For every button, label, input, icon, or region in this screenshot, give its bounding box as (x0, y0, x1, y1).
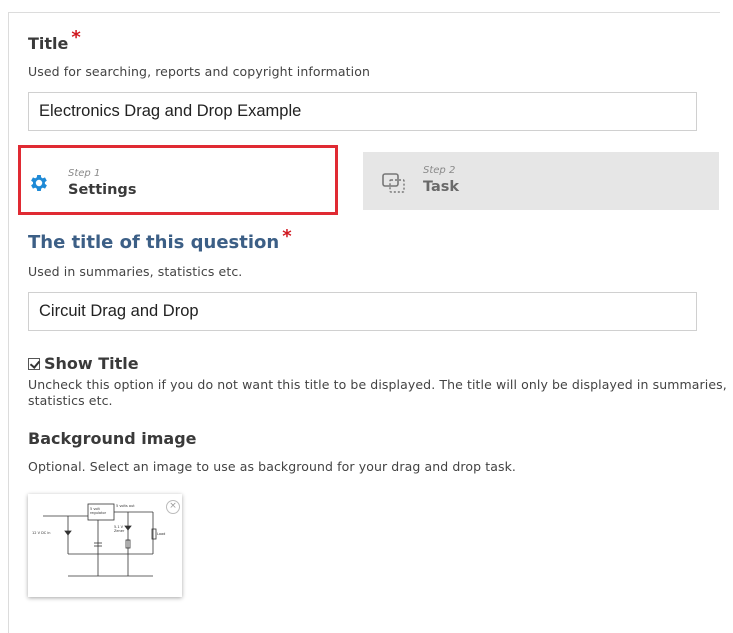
background-image-description: Optional. Select an image to use as back… (28, 459, 516, 474)
tab-step-task[interactable]: Step 2 Task (363, 152, 719, 210)
background-image-thumbnail[interactable]: 5 volt regulator 5 volts out 12 V DC in … (28, 494, 182, 597)
question-title-input-box[interactable] (28, 292, 697, 331)
required-mark: * (71, 27, 81, 48)
show-title-description-line2: statistics etc. (28, 393, 113, 408)
step1-number: Step 1 (68, 168, 101, 179)
show-title-description-line1: Uncheck this option if you do not want t… (28, 377, 727, 392)
step2-number: Step 2 (423, 165, 456, 176)
title-input[interactable] (29, 93, 696, 130)
gear-icon (28, 172, 50, 198)
show-title-label[interactable]: Show Title (44, 354, 139, 373)
show-title-description: Uncheck this option if you do not want t… (28, 377, 727, 409)
title-label: Title * (28, 27, 81, 53)
step2-name: Task (423, 179, 460, 195)
circuit-diagram-image: 5 volt regulator 5 volts out 12 V DC in … (32, 503, 165, 577)
background-image-label: Background image (28, 429, 197, 448)
question-title-input[interactable] (29, 293, 696, 330)
svg-text:5 volts out: 5 volts out (116, 504, 135, 508)
question-title-description: Used in summaries, statistics etc. (28, 264, 243, 279)
step1-name: Settings (68, 182, 137, 198)
svg-text:Zener: Zener (114, 529, 125, 533)
svg-text:Load: Load (157, 532, 165, 536)
tab-step-settings[interactable]: Step 1 Settings (18, 145, 338, 215)
show-title-row: Show Title (28, 354, 139, 373)
drag-drop-icon (382, 172, 406, 198)
svg-text:12 V DC in: 12 V DC in (32, 531, 51, 535)
svg-text:regulator: regulator (90, 511, 107, 515)
title-description: Used for searching, reports and copyrigh… (28, 64, 371, 79)
remove-image-icon[interactable]: × (166, 500, 180, 514)
show-title-checkbox[interactable] (28, 357, 40, 370)
title-input-box[interactable] (28, 92, 697, 131)
question-title-label: The title of this question * (28, 226, 292, 253)
required-mark: * (282, 226, 292, 247)
